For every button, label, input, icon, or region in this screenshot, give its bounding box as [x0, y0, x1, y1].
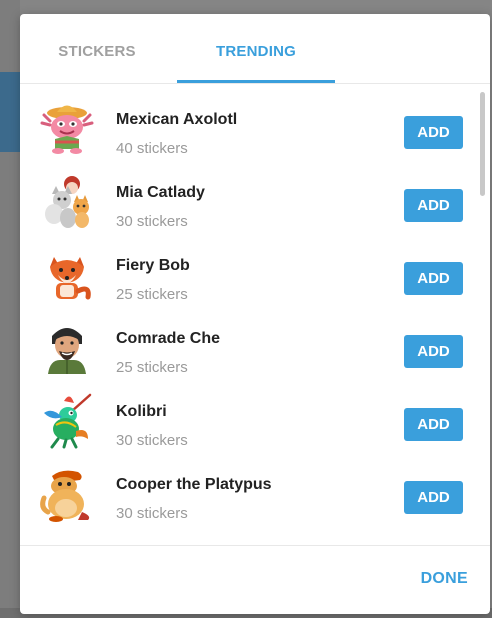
sticker-pack-list[interactable]: Mexican Axolotl 40 stickers ADD Mia Catl…	[20, 85, 490, 545]
pack-count: 30 stickers	[116, 432, 188, 449]
tab-stickers[interactable]: STICKERS	[42, 14, 152, 84]
axolotl-sticker-icon	[40, 105, 94, 154]
tab-bar: STICKERS TRENDING	[20, 14, 490, 84]
pack-title: Fiery Bob	[116, 257, 190, 274]
add-button[interactable]: ADD	[404, 408, 463, 441]
catlady-sticker-icon	[45, 176, 89, 228]
pack-title: Kolibri	[116, 403, 167, 420]
list-item: Cooper the Platypus 30 stickers ADD	[20, 450, 490, 523]
list-item: Fiery Bob 25 stickers ADD	[20, 231, 490, 304]
pack-title: Comrade Che	[116, 330, 221, 347]
pack-count: 25 stickers	[116, 359, 188, 376]
list-item: Kolibri 30 stickers ADD	[20, 377, 490, 450]
pack-count: 25 stickers	[116, 286, 188, 303]
done-button[interactable]: DONE	[421, 570, 468, 588]
add-button[interactable]: ADD	[404, 335, 463, 368]
add-button[interactable]: ADD	[404, 189, 463, 222]
pack-title: Mia Catlady	[116, 184, 205, 201]
pack-title: Cooper the Platypus	[116, 476, 272, 493]
sticker-sets-dialog: STICKERS TRENDING Mexican Axolotl 40 sti…	[20, 14, 490, 614]
pack-count: 40 stickers	[116, 140, 188, 157]
active-tab-indicator	[177, 80, 335, 83]
pack-count: 30 stickers	[116, 505, 188, 522]
list-item: Mexican Axolotl 40 stickers ADD	[20, 85, 490, 158]
pack-count: 30 stickers	[116, 213, 188, 230]
add-button[interactable]: ADD	[404, 481, 463, 514]
list-item: Comrade Che 25 stickers ADD	[20, 304, 490, 377]
scrollbar-thumb[interactable]	[480, 92, 485, 196]
platypus-sticker-icon	[40, 470, 90, 522]
dialog-footer: DONE	[20, 545, 490, 614]
add-button[interactable]: ADD	[404, 116, 463, 149]
tab-trending[interactable]: TRENDING	[177, 14, 335, 84]
list-item: Mia Catlady 30 stickers ADD	[20, 158, 490, 231]
add-button[interactable]: ADD	[404, 262, 463, 295]
hummingbird-sticker-icon	[44, 393, 92, 449]
fox-sticker-icon	[50, 257, 91, 300]
che-sticker-icon	[48, 328, 86, 374]
backdrop-highlight	[0, 72, 20, 152]
pack-title: Mexican Axolotl	[116, 111, 238, 128]
